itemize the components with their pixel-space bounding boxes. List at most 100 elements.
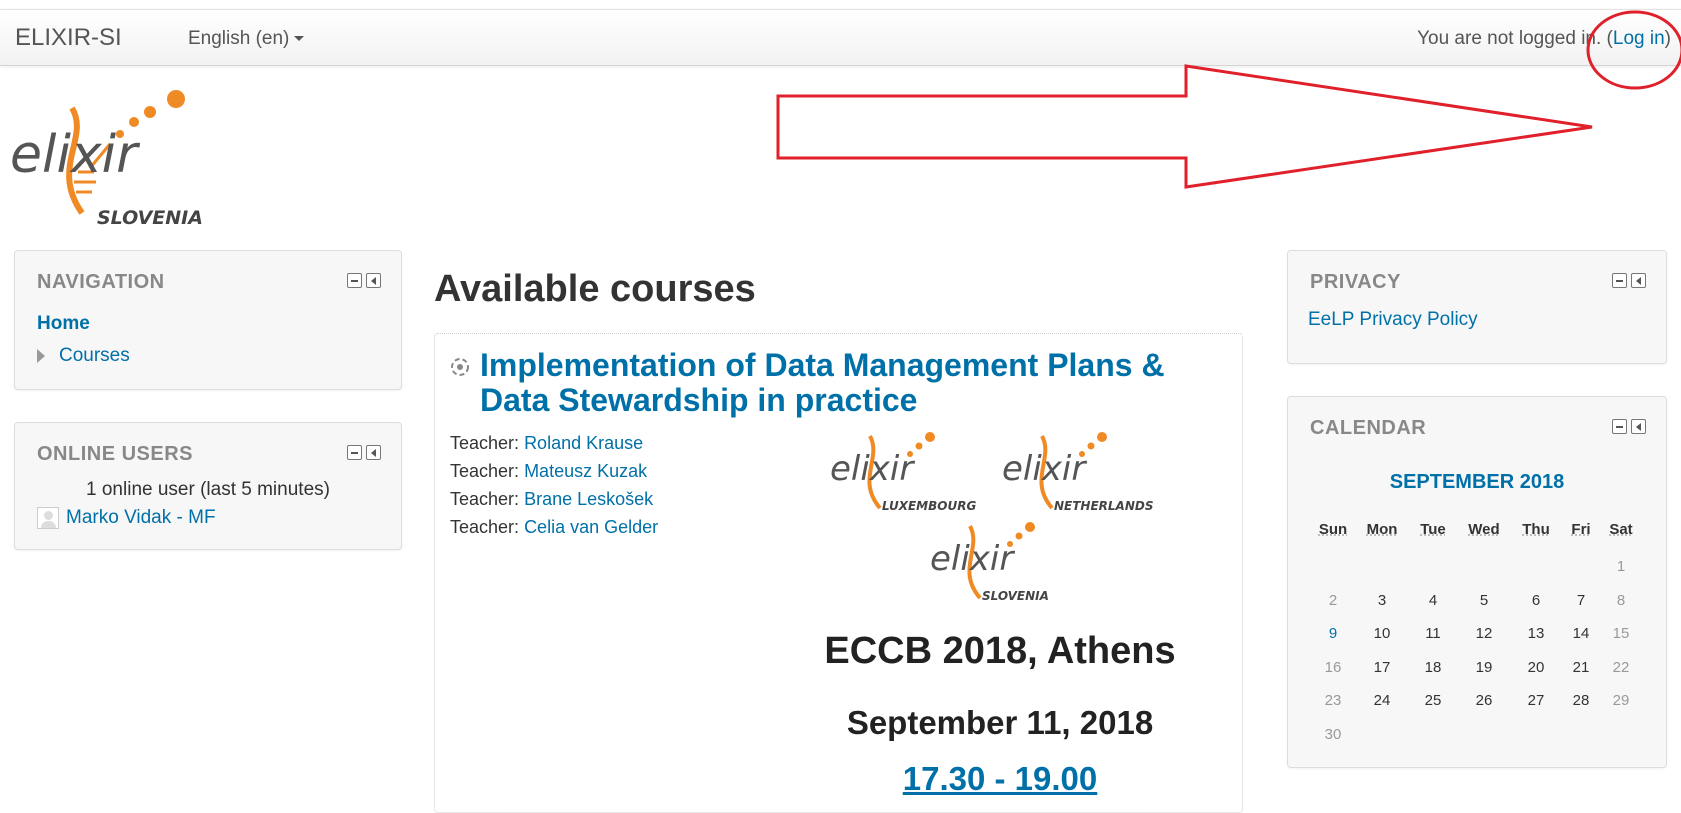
privacy-policy-link[interactable]: EeLP Privacy Policy [1308, 309, 1478, 331]
calendar-empty-cell [1458, 550, 1510, 584]
svg-text:elixir: elixir [1002, 449, 1087, 489]
elixir-slovenia-logo: elixir SLOVENIA [10, 90, 203, 229]
privacy-block: PRIVACY EeLP Privacy Policy [1287, 250, 1667, 364]
weekday-header: Fri [1571, 521, 1591, 538]
teacher-label: Teacher: [450, 517, 520, 537]
language-menu[interactable]: English (en) [188, 28, 305, 50]
calendar-title: CALENDAR [1310, 417, 1427, 439]
teacher-link[interactable]: Brane Leskošek [524, 489, 653, 509]
svg-text:elixir: elixir [830, 449, 915, 489]
weekday-header: Mon [1366, 521, 1398, 538]
elixir-nodes-logos: elixir LUXEMBOURG elixir NETHERLANDS eli… [830, 432, 1154, 603]
calendar-day: 11 [1425, 625, 1441, 643]
calendar-day: 22 [1612, 658, 1630, 676]
elixir-luxembourg-logo: elixir LUXEMBOURG [830, 432, 976, 513]
svg-text:elixir: elixir [930, 539, 1015, 579]
event-time-link[interactable]: 17.30 - 19.00 [775, 760, 1225, 798]
minimize-icon[interactable] [347, 273, 362, 288]
login-status-text: You are not logged in. [1417, 28, 1602, 49]
calendar-empty-cell [1310, 550, 1356, 584]
calendar-empty-cell [1562, 718, 1600, 752]
online-user-item[interactable]: Marko Vidak - MF [37, 507, 216, 529]
calendar-day: 30 [1324, 725, 1342, 743]
calendar-day: 1 [1616, 558, 1626, 576]
online-user-count: 1 online user (last 5 minutes) [86, 479, 330, 500]
minimize-icon[interactable] [347, 445, 362, 460]
teacher-link[interactable]: Mateusz Kuzak [524, 461, 647, 481]
calendar-day: 7 [1576, 591, 1586, 609]
calendar-empty-cell [1356, 550, 1408, 584]
weekday-header: Wed [1468, 521, 1500, 538]
svg-text:LUXEMBOURG: LUXEMBOURG [882, 499, 976, 513]
weekday-header: Thu [1522, 521, 1550, 538]
calendar-grid: Sun Mon Tue Wed Thu Fri Sat 1 2 3 4 5 6 7 8 9 10 1… [1310, 521, 1642, 751]
teacher-label: Teacher: [450, 433, 520, 453]
calendar-day: 19 [1475, 658, 1493, 676]
teacher-row: Teacher: Brane Leskošek [450, 485, 658, 513]
teacher-row: Teacher: Roland Krause [450, 429, 658, 457]
triangle-right-icon[interactable] [37, 349, 45, 363]
nav-courses-label: Courses [59, 345, 130, 366]
calendar-day: 17 [1373, 658, 1391, 676]
weekday-header: Sun [1318, 521, 1348, 538]
online-user-link[interactable]: Marko Vidak - MF [66, 507, 216, 529]
calendar-day: 12 [1475, 625, 1493, 643]
weekday-header: Tue [1420, 521, 1446, 538]
language-label: English (en) [188, 28, 290, 49]
block-controls [347, 445, 381, 460]
dock-icon[interactable] [366, 273, 381, 288]
calendar-day: 21 [1572, 658, 1590, 676]
calendar-week-row: 2 3 4 5 6 7 8 [1310, 584, 1642, 618]
annotation-arrow [776, 64, 1593, 189]
calendar-day: 5 [1479, 591, 1489, 609]
teacher-link[interactable]: Celia van Gelder [524, 517, 658, 537]
calendar-day: 23 [1324, 692, 1342, 710]
calendar-empty-cell [1562, 550, 1600, 584]
online-users-block: ONLINE USERS 1 online user (last 5 minut… [14, 422, 402, 550]
calendar-day: 25 [1424, 692, 1442, 710]
calendar-day: 20 [1527, 658, 1545, 676]
elixir-netherlands-logo: elixir NETHERLANDS [1002, 432, 1154, 513]
site-logo[interactable]: elixir SLOVENIA [10, 88, 250, 233]
course-title-link[interactable]: Implementation of Data Management Plans … [480, 348, 1220, 418]
svg-text:NETHERLANDS: NETHERLANDS [1054, 499, 1154, 513]
teacher-label: Teacher: [450, 489, 520, 509]
login-link[interactable]: Log in [1613, 28, 1665, 49]
calendar-block: CALENDAR SEPTEMBER 2018 Sun Mon Tue Wed … [1287, 396, 1667, 768]
calendar-day: 14 [1572, 625, 1590, 643]
calendar-week-row: 1 [1310, 550, 1642, 584]
block-controls [1612, 273, 1646, 288]
logo-wordmark: elixir [10, 125, 141, 185]
calendar-day: 10 [1373, 625, 1391, 643]
calendar-day: 26 [1475, 692, 1493, 710]
calendar-day: 8 [1616, 591, 1626, 609]
nav-courses-item[interactable]: Courses [37, 345, 130, 367]
event-date: September 11, 2018 [846, 704, 1154, 741]
dock-icon[interactable] [1631, 419, 1646, 434]
teacher-row: Teacher: Mateusz Kuzak [450, 457, 658, 485]
privacy-title: PRIVACY [1310, 271, 1401, 293]
calendar-week-row: 9 10 11 12 13 14 15 [1310, 617, 1642, 651]
calendar-empty-cell [1458, 718, 1510, 752]
nav-home-link[interactable]: Home [37, 313, 90, 335]
online-users-title: ONLINE USERS [37, 443, 194, 465]
minimize-icon[interactable] [1612, 273, 1627, 288]
teacher-row: Teacher: Celia van Gelder [450, 513, 658, 541]
dock-icon[interactable] [366, 445, 381, 460]
top-navbar: ELIXIR-SI English (en) You are not logge… [0, 9, 1681, 66]
calendar-day: 27 [1527, 692, 1545, 710]
calendar-week-row: 16 17 18 19 20 21 22 [1310, 651, 1642, 685]
calendar-day: 18 [1424, 658, 1442, 676]
teacher-link[interactable]: Roland Krause [524, 433, 643, 453]
minimize-icon[interactable] [1612, 419, 1627, 434]
calendar-day: 15 [1612, 625, 1630, 643]
block-controls [1612, 419, 1646, 434]
calendar-month-link[interactable]: SEPTEMBER 2018 [1288, 471, 1666, 494]
teacher-label: Teacher: [450, 461, 520, 481]
dock-icon[interactable] [1631, 273, 1646, 288]
elixir-slovenia-logo: elixir SLOVENIA [930, 522, 1049, 603]
calendar-day: 29 [1612, 692, 1630, 710]
calendar-day: 3 [1377, 591, 1387, 609]
calendar-day: 28 [1572, 692, 1590, 710]
site-brand-link[interactable]: ELIXIR-SI [15, 24, 122, 52]
